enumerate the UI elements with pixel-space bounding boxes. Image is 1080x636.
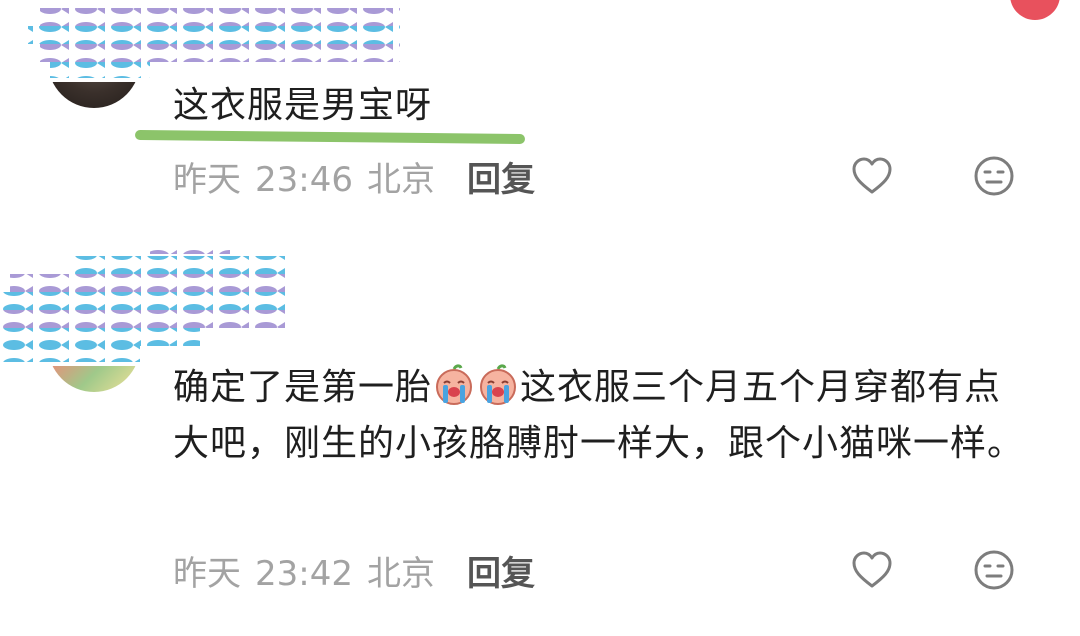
comment-location: 北京 bbox=[366, 160, 435, 200]
comment-text: 确定了是第一胎 这衣服三个月五个月穿都有点大吧，刚生的小孩胳膊肘一样大，跟个小猫… bbox=[173, 360, 1033, 472]
comment-meta: 昨天 23:42 北京 bbox=[173, 546, 449, 595]
crying-face-emoji bbox=[480, 364, 517, 405]
reply-button[interactable]: 回复 bbox=[467, 546, 535, 595]
neutral-face-icon[interactable] bbox=[972, 154, 1016, 198]
crying-face-emoji bbox=[436, 364, 473, 405]
comment-date: 昨天 bbox=[173, 554, 241, 594]
comment-text: 这衣服是男宝呀 bbox=[173, 85, 433, 126]
username-mosaic bbox=[0, 0, 410, 82]
heart-outline-icon[interactable] bbox=[850, 548, 894, 592]
comment-location: 北京 bbox=[366, 554, 435, 594]
comment-meta: 昨天 23:46 北京 bbox=[173, 152, 449, 201]
comment-time: 23:46 bbox=[255, 160, 353, 200]
username-mosaic bbox=[0, 246, 300, 366]
comment-text-part1: 确定了是第一胎 bbox=[173, 367, 433, 408]
reply-button[interactable]: 回复 bbox=[467, 152, 535, 201]
comment-item: 这衣服是男宝呀 昨天 23:46 北京 回复 bbox=[0, 0, 1080, 210]
comment-item: 确定了是第一胎 这衣服三个月五个月穿都有点大吧，刚生的小孩胳膊肘一样大，跟个小猫… bbox=[0, 240, 1080, 636]
comment-time: 23:42 bbox=[255, 554, 353, 594]
comment-date: 昨天 bbox=[173, 160, 241, 200]
neutral-face-icon[interactable] bbox=[972, 548, 1016, 592]
heart-outline-icon[interactable] bbox=[850, 154, 894, 198]
